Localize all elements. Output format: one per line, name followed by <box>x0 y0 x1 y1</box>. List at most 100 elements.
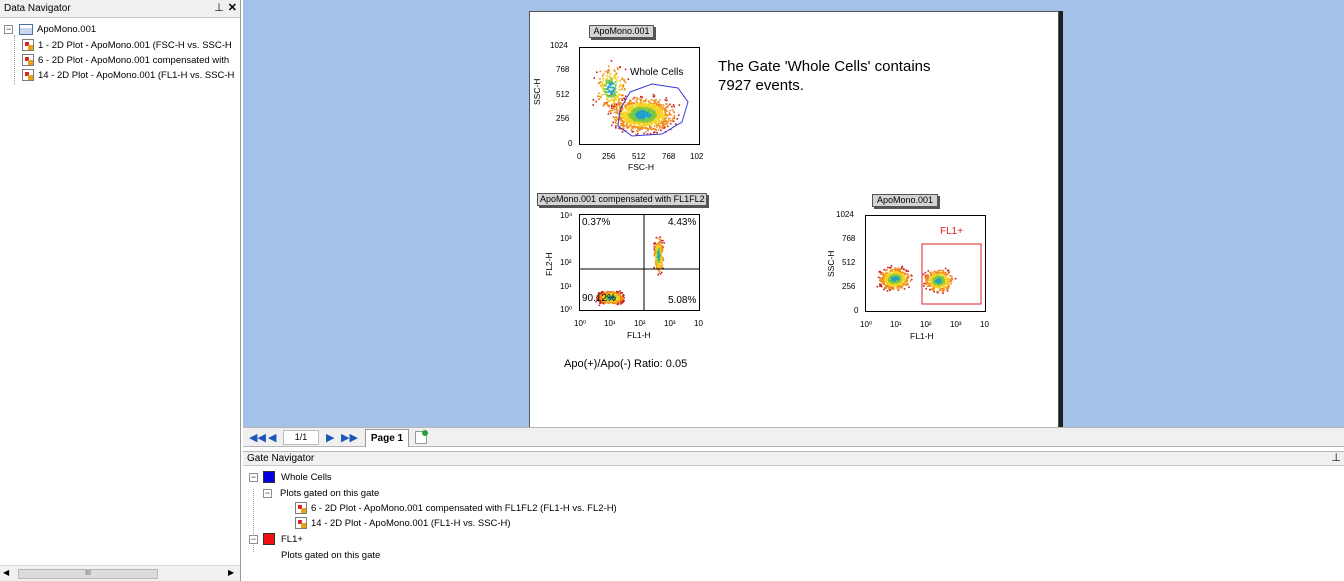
data-navigator-title-bar: Data Navigator ⊥ ✕ <box>0 0 240 18</box>
quadrant-lr-label: 5.08% <box>668 295 697 306</box>
gate-navigator-title: Gate Navigator <box>247 453 315 464</box>
page-navigation-bar: ◀◀ ◀ 1/1 ▶ ▶▶ Page 1 <box>243 427 1344 447</box>
plot3-tag[interactable]: ApoMono.001 <box>872 194 938 207</box>
data-navigator-title: Data Navigator <box>4 3 71 14</box>
ratio-text: Apo(+)/Apo(-) Ratio: 0.05 <box>564 358 688 370</box>
plot1-x-label: FSC-H <box>628 162 654 172</box>
plot1-area[interactable]: Whole Cells <box>579 47 700 145</box>
plot2-tag[interactable]: ApoMono.001 compensated with FL1FL2 <box>537 193 707 206</box>
tick-label: 10⁰ <box>560 305 573 314</box>
plot2-y-label: FL2-H <box>544 252 554 276</box>
quadrant-ll-label: 90.12% <box>582 293 616 304</box>
gate-count-text-line1: The Gate 'Whole Cells' contains <box>718 58 931 75</box>
plot1-scatter <box>592 60 689 137</box>
tick-label: 1024 <box>836 210 854 219</box>
gated-plot-item[interactable]: 14 - 2D Plot - ApoMono.001 (FL1-H vs. SS… <box>295 516 511 530</box>
tree-item[interactable]: 6 - 2D Plot - ApoMono.001 compensated wi… <box>22 53 229 67</box>
scrollbar-thumb[interactable]: III <box>18 569 158 579</box>
tree-item[interactable]: 1 - 2D Plot - ApoMono.001 (FSC-H vs. SSC… <box>22 38 232 52</box>
page-number-input[interactable]: 1/1 <box>283 430 319 445</box>
gate-name: Whole Cells <box>281 471 332 483</box>
tick-label: 10⁰ <box>860 320 873 329</box>
tree-root-label: ApoMono.001 <box>37 23 97 35</box>
gate-subgroup[interactable]: Plots gated on this gate <box>281 548 380 562</box>
gate-subgroup-label: Plots gated on this gate <box>280 487 380 499</box>
tree-root[interactable]: − ApoMono.001 <box>4 22 96 36</box>
tick-label: 0 <box>854 306 859 315</box>
next-page-icon[interactable]: ▶ <box>326 432 334 444</box>
plot-icon <box>22 54 34 66</box>
tick-label: 10² <box>920 320 932 329</box>
tick-label: 768 <box>556 65 570 74</box>
tick-label: 102 <box>690 152 704 161</box>
gate-navigator-title-bar: Gate Navigator ⊥ <box>243 452 1344 466</box>
close-icon[interactable]: ✕ <box>228 2 237 15</box>
tick-label: 0 <box>577 152 582 161</box>
tick-label: 768 <box>842 234 856 243</box>
quadrant-ul-label: 0.37% <box>582 217 611 228</box>
gated-plot-label: 6 - 2D Plot - ApoMono.001 compensated wi… <box>311 502 617 514</box>
tick-label: 256 <box>556 114 570 123</box>
scroll-left-icon[interactable]: ◀ <box>3 568 9 577</box>
scroll-right-icon[interactable]: ▶ <box>228 568 234 577</box>
pin-icon[interactable]: ⊥ <box>1331 452 1341 465</box>
plot2-area[interactable]: 0.37% 4.43% 90.12% 5.08% <box>579 214 700 311</box>
tick-label: 512 <box>556 90 570 99</box>
plot1-gate-label: Whole Cells <box>630 67 684 78</box>
tick-label: 10⁰ <box>574 319 587 328</box>
gate-count-text-line2: 7927 events. <box>718 77 804 94</box>
tick-label: 256 <box>602 152 616 161</box>
collapse-icon[interactable]: − <box>4 24 13 34</box>
plot1-y-label: SSC-H <box>532 78 542 105</box>
tree-item-label: 14 - 2D Plot - ApoMono.001 (FL1-H vs. SS… <box>38 69 235 81</box>
plot1-tag[interactable]: ApoMono.001 <box>589 25 654 38</box>
pin-icon[interactable]: ⊥ <box>214 2 224 15</box>
tick-label: 512 <box>632 152 646 161</box>
tick-label: 0 <box>568 139 573 148</box>
plot3-x-label: FL1-H <box>910 331 934 341</box>
add-page-icon[interactable] <box>415 430 428 444</box>
first-page-icon[interactable]: ◀◀ <box>249 432 266 444</box>
gated-plot-label: 14 - 2D Plot - ApoMono.001 (FL1-H vs. SS… <box>311 517 511 529</box>
tab-page-1[interactable]: Page 1 <box>365 429 409 447</box>
tick-label: 10³ <box>664 319 676 328</box>
layout-page[interactable]: ApoMono.001 Whole Cells 1024 768 512 256… <box>529 11 1059 429</box>
gate-item-whole-cells[interactable]: − Whole Cells <box>249 470 332 484</box>
tick-label: 10¹ <box>890 320 902 329</box>
last-page-icon[interactable]: ▶▶ <box>341 432 358 444</box>
plot3-gate-label: FL1+ <box>940 226 964 237</box>
tree-item-label: 1 - 2D Plot - ApoMono.001 (FSC-H vs. SSC… <box>38 39 232 51</box>
file-icon <box>19 23 33 35</box>
gate-subgroup-label: Plots gated on this gate <box>281 549 381 561</box>
tick-label: 512 <box>842 258 856 267</box>
gate-color-swatch <box>263 533 275 545</box>
tick-label: 10⁴ <box>560 211 573 220</box>
tick-label: 1024 <box>550 41 568 50</box>
quadrant-ur-label: 4.43% <box>668 217 697 228</box>
collapse-icon[interactable]: − <box>249 472 258 482</box>
plot3-area[interactable]: FL1+ <box>865 215 986 312</box>
tree-item-label: 6 - 2D Plot - ApoMono.001 compensated wi… <box>38 54 230 66</box>
collapse-icon[interactable]: − <box>249 534 258 544</box>
tick-label: 10² <box>634 319 646 328</box>
tick-label: 10 <box>694 319 703 328</box>
collapse-icon[interactable]: − <box>263 488 272 498</box>
gate-navigator-panel: Gate Navigator ⊥ − Whole Cells − Plots g… <box>243 451 1344 581</box>
horizontal-scrollbar[interactable]: ◀ III ▶ <box>0 565 240 581</box>
plot-icon <box>295 517 307 529</box>
gate-item-fl1-plus[interactable]: − FL1+ <box>249 532 303 546</box>
plot2-x-label: FL1-H <box>627 330 651 340</box>
gate-name: FL1+ <box>281 533 303 545</box>
tick-label: 256 <box>842 282 856 291</box>
tick-label: 10 <box>980 320 989 329</box>
tick-label: 10³ <box>950 320 962 329</box>
tick-label: 10³ <box>560 234 572 243</box>
plot-icon <box>295 502 307 514</box>
prev-page-icon[interactable]: ◀ <box>268 432 276 444</box>
tree-item[interactable]: 14 - 2D Plot - ApoMono.001 (FL1-H vs. SS… <box>22 68 234 82</box>
plot3-y-label: SSC-H <box>826 250 836 277</box>
gate-color-swatch <box>263 471 275 483</box>
gated-plot-item[interactable]: 6 - 2D Plot - ApoMono.001 compensated wi… <box>295 501 617 515</box>
gate-subgroup[interactable]: − Plots gated on this gate <box>263 486 379 500</box>
tick-label: 768 <box>662 152 676 161</box>
